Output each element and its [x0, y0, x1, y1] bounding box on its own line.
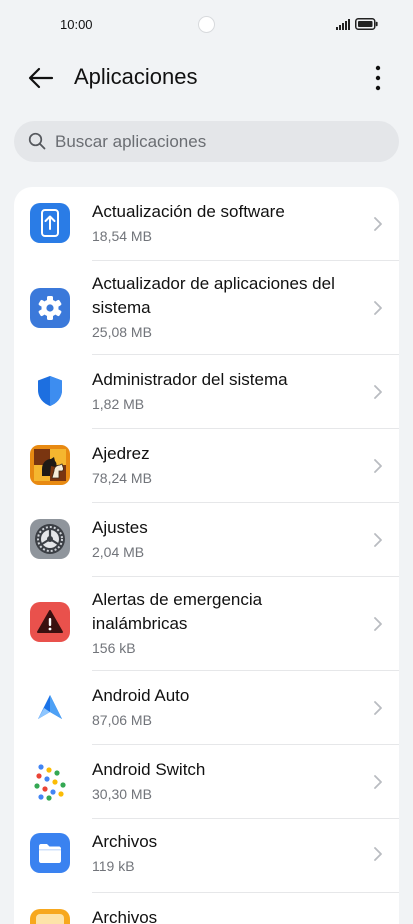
app-list: Actualización de software 18,54 MB Actua…: [14, 187, 399, 924]
battery-icon: [355, 18, 378, 30]
chevron-right-icon: [374, 533, 382, 547]
page-title: Aplicaciones: [74, 64, 198, 89]
app-name: Archivos: [92, 832, 158, 851]
app-name: Actualización de software: [92, 202, 285, 221]
settings-icon: [30, 519, 70, 559]
app-size: 119 kB: [92, 858, 135, 874]
list-item[interactable]: Ajedrez 78,24 MB: [14, 429, 399, 503]
app-name: Administrador del sistema: [92, 370, 288, 389]
list-item[interactable]: Android Auto 87,06 MB: [14, 671, 399, 745]
app-size: 156 kB: [92, 640, 136, 656]
app-bar: Aplicaciones: [0, 50, 413, 106]
folder-icon: [30, 909, 70, 924]
list-item[interactable]: Archivos: [14, 893, 399, 924]
search-icon: [28, 132, 46, 150]
list-item[interactable]: Ajustes 2,04 MB: [14, 503, 399, 577]
software-update-icon: [30, 203, 70, 243]
chevron-right-icon: [374, 301, 382, 315]
status-time: 10:00: [60, 17, 93, 32]
status-bar: 10:00: [0, 0, 413, 50]
chevron-right-icon: [374, 617, 382, 631]
shield-icon: [38, 376, 62, 406]
app-size: 87,06 MB: [92, 712, 152, 728]
search-input[interactable]: Buscar aplicaciones: [14, 121, 399, 162]
folder-icon: [30, 833, 70, 873]
android-switch-icon: [34, 764, 66, 801]
search-placeholder: Buscar aplicaciones: [55, 132, 207, 151]
chevron-right-icon: [374, 847, 382, 861]
list-item[interactable]: Actualizador de aplicaciones del sistema…: [14, 261, 399, 355]
app-size: 1,82 MB: [92, 396, 145, 412]
list-item[interactable]: Android Switch 30,30 MB: [14, 745, 399, 819]
list-item[interactable]: Archivos 119 kB: [14, 819, 399, 893]
more-options-icon[interactable]: [366, 63, 390, 93]
app-name: Archivos: [92, 908, 158, 924]
list-item[interactable]: Alertas de emergencia inalámbricas 156 k…: [14, 577, 399, 671]
chevron-right-icon: [374, 775, 382, 789]
chevron-right-icon: [374, 701, 382, 715]
chevron-right-icon: [374, 385, 382, 399]
app-size: 30,30 MB: [92, 786, 152, 802]
camera-cutout: [198, 16, 215, 33]
chevron-right-icon: [374, 459, 382, 473]
app-name: Actualizador de aplicaciones del sistema: [92, 274, 335, 317]
signal-icon: [336, 19, 350, 30]
android-auto-icon: [38, 695, 62, 719]
app-size: 18,54 MB: [92, 228, 152, 244]
app-size: 25,08 MB: [92, 324, 152, 340]
app-size: 78,24 MB: [92, 470, 152, 486]
app-name: Ajedrez: [92, 444, 150, 463]
list-item[interactable]: Actualización de software 18,54 MB: [14, 187, 399, 261]
chess-icon: [30, 445, 70, 485]
list-item[interactable]: Administrador del sistema 1,82 MB: [14, 355, 399, 429]
back-arrow-icon[interactable]: [26, 63, 56, 93]
app-size: 2,04 MB: [92, 544, 145, 560]
warning-icon: [30, 602, 70, 642]
app-name: Android Switch: [92, 760, 206, 779]
app-name: Ajustes: [92, 518, 148, 537]
app-name: Android Auto: [92, 686, 190, 705]
gear-icon: [30, 288, 70, 328]
app-name: Alertas de emergencia inalámbricas: [92, 590, 263, 633]
chevron-right-icon: [374, 217, 382, 231]
